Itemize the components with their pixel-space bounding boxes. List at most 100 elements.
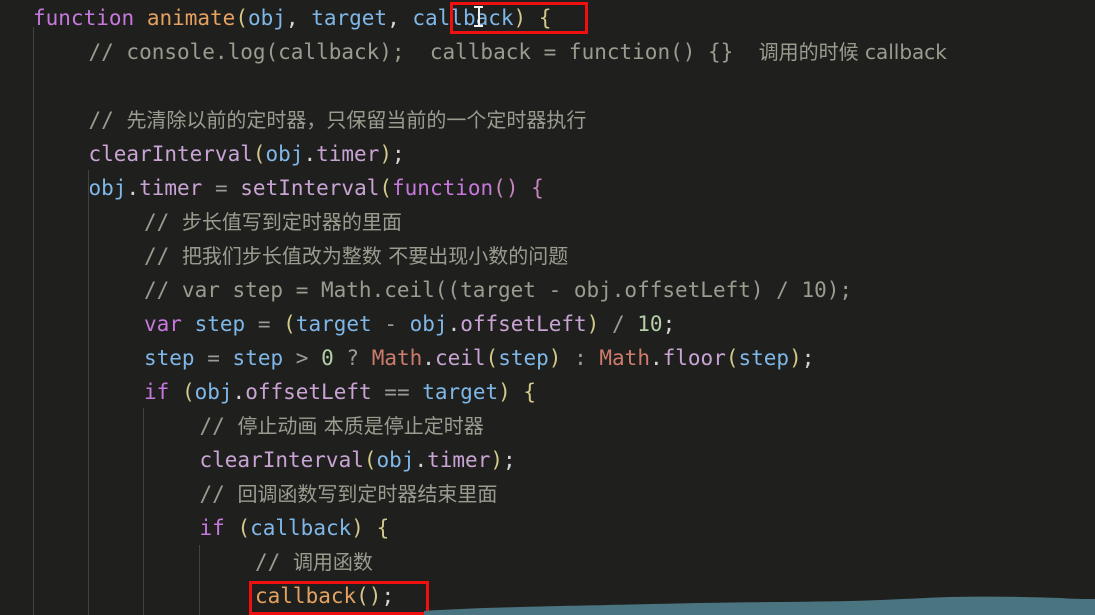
token: . — [414, 448, 428, 472]
token: - — [384, 312, 397, 336]
token: step — [232, 346, 284, 370]
token: ( — [235, 6, 248, 30]
token: 调用函数 — [292, 550, 373, 574]
code-line-9[interactable]: // var step = Math.ceil((target - obj.of… — [144, 273, 852, 307]
token: obj — [376, 448, 415, 472]
token: callback — [255, 584, 357, 608]
token: Math — [599, 346, 650, 370]
token: ) — [513, 6, 527, 30]
token: ) — [548, 346, 562, 370]
token: // — [144, 244, 182, 268]
code-line-16[interactable]: if (callback) { — [200, 511, 390, 545]
token: 步长值写到定时器的里面 — [181, 210, 402, 234]
token: function — [392, 176, 494, 200]
token: . — [422, 346, 435, 370]
token: ; — [503, 448, 516, 472]
code-line-18[interactable]: callback(); — [255, 579, 394, 613]
code-content[interactable]: function animate(obj, target, callback) … — [0, 0, 1095, 615]
token: ( — [283, 312, 296, 336]
code-line-6[interactable]: obj.timer = setInterval(function() { — [89, 171, 544, 205]
code-line-4[interactable]: // 先清除以前的定时器，只保留当前的一个定时器执行 — [89, 103, 587, 137]
token: / — [611, 312, 625, 336]
token: 回调函数写到定时器结束里面 — [237, 482, 498, 506]
token: floor — [662, 346, 726, 370]
token: ) — [498, 380, 511, 404]
token: obj — [409, 312, 448, 336]
code-line-15[interactable]: // 回调函数写到定时器结束里面 — [200, 477, 498, 511]
code-line-12[interactable]: if (obj.offsetLeft == target) { — [144, 375, 536, 409]
code-line-14[interactable]: clearInterval(obj.timer); — [200, 443, 516, 477]
token: ) — [351, 516, 364, 540]
token: var — [144, 312, 182, 336]
code-line-8[interactable]: // 把我们步长值改为整数 不要出现小数的问题 — [144, 239, 568, 273]
token: clearInterval — [88, 142, 253, 166]
code-line-1[interactable]: function animate(obj, target, callback) … — [33, 1, 552, 35]
code-line-17[interactable]: // 调用函数 — [255, 545, 373, 579]
code-line-13[interactable]: // 停止动画 本质是停止定时器 — [200, 409, 484, 443]
token: , — [285, 6, 312, 30]
token: obj — [194, 380, 233, 404]
token: 调用的时候 callback — [758, 40, 947, 64]
token: ( — [485, 346, 499, 370]
token: { — [538, 6, 552, 30]
token: { — [523, 380, 537, 404]
token: timer — [139, 176, 203, 200]
token: callback — [250, 516, 352, 540]
token: 先清除以前的定时器，只保留当前的一个定时器执行 — [126, 108, 587, 132]
code-line-5[interactable]: clearInterval(obj.timer); — [89, 137, 405, 171]
token: // console.log(callback); callback = fun… — [88, 40, 759, 64]
token: ( — [181, 380, 195, 404]
token: . — [303, 142, 317, 166]
token: ; — [392, 142, 405, 166]
token: ; — [801, 346, 815, 370]
code-line-10[interactable]: var step = (target - obj.offsetLeft) / 1… — [144, 307, 675, 341]
code-editor-viewport[interactable]: function animate(obj, target, callback) … — [0, 0, 1095, 615]
token: step — [194, 312, 246, 336]
token: . — [126, 176, 140, 200]
token: = — [257, 312, 271, 336]
token: = — [214, 176, 228, 200]
token: offsetLeft — [460, 312, 587, 336]
token: ) — [789, 346, 802, 370]
token: () — [356, 584, 382, 608]
token: offsetLeft — [245, 380, 372, 404]
code-line-2[interactable]: // console.log(callback); callback = fun… — [89, 35, 947, 69]
token: == — [384, 380, 410, 404]
token: obj — [247, 6, 286, 30]
token: () — [493, 176, 519, 200]
token: callback — [412, 6, 514, 30]
token: obj — [265, 142, 304, 166]
token: ) — [379, 142, 392, 166]
token: // var step = Math.ceil((target - obj.of… — [144, 278, 853, 302]
token: timer — [427, 448, 491, 472]
token: step — [144, 346, 195, 370]
token: function — [33, 6, 135, 30]
token: ( — [725, 346, 739, 370]
token: = — [207, 346, 220, 370]
code-line-11[interactable]: step = step > 0 ? Math.ceil(step) : Math… — [144, 341, 814, 375]
token: 10 — [637, 312, 663, 336]
token: target — [422, 380, 499, 404]
token: // — [199, 414, 238, 438]
token: ( — [237, 516, 251, 540]
token: { — [531, 176, 544, 200]
code-line-7[interactable]: // 步长值写到定时器的里面 — [144, 205, 402, 239]
